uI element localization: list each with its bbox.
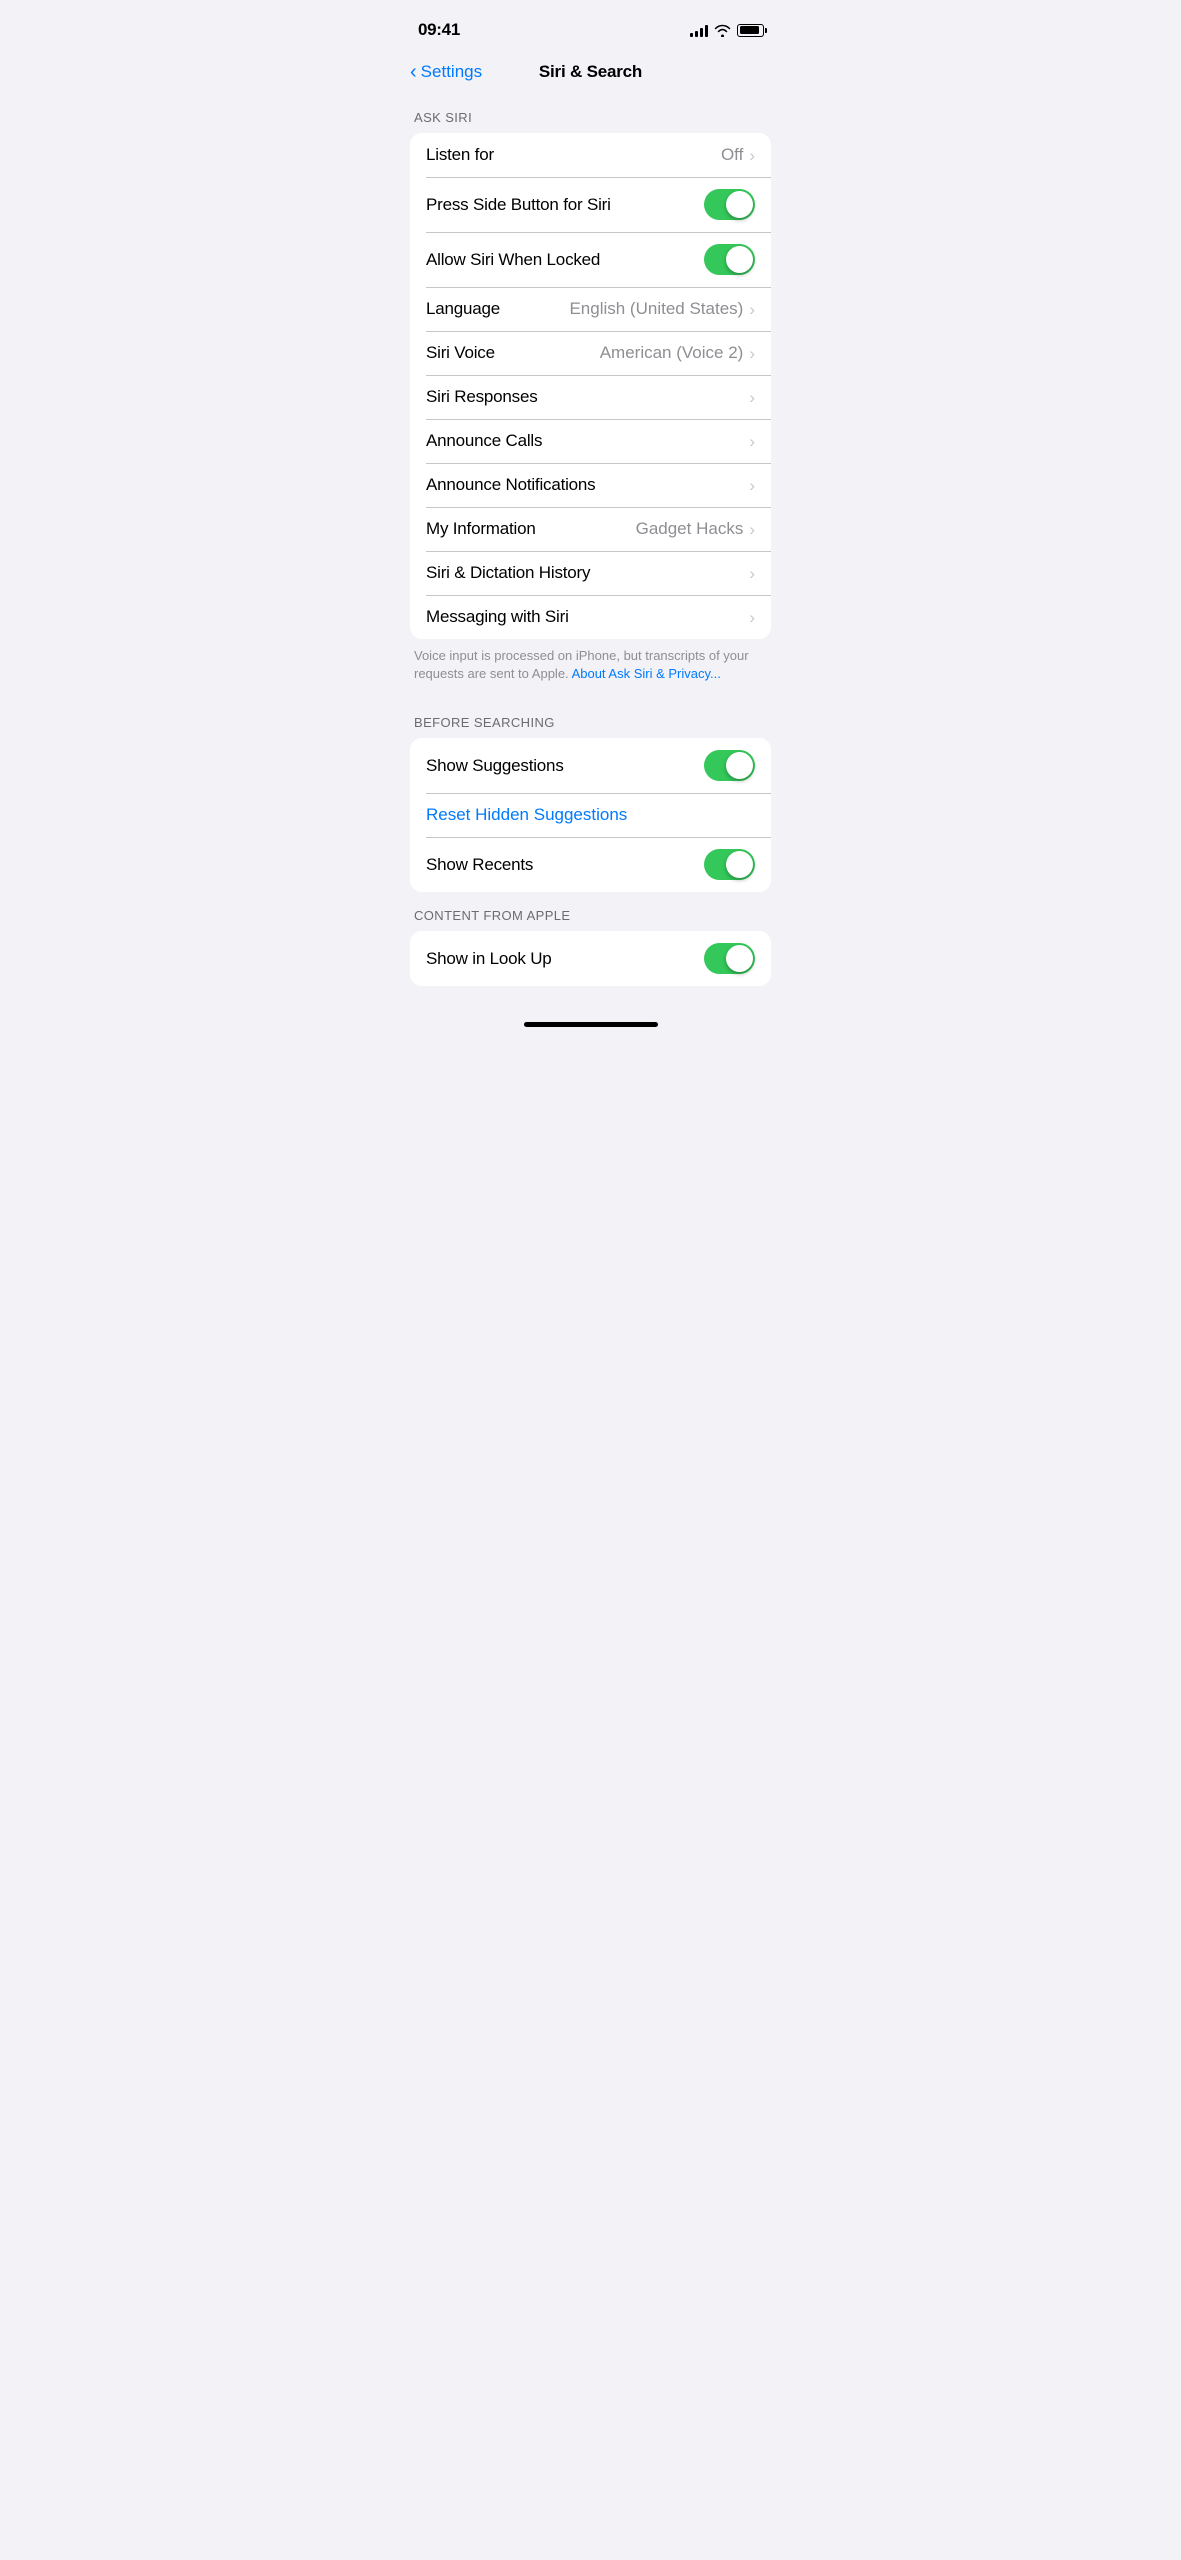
siri-responses-row[interactable]: Siri Responses ›: [410, 375, 771, 419]
listen-for-chevron-icon: ›: [749, 147, 755, 164]
press-side-button-toggle[interactable]: [704, 189, 755, 220]
show-recents-toggle[interactable]: [704, 849, 755, 880]
page-title: Siri & Search: [539, 62, 642, 82]
announce-notifications-row[interactable]: Announce Notifications ›: [410, 463, 771, 507]
announce-calls-chevron-icon: ›: [749, 433, 755, 450]
language-row[interactable]: Language English (United States) ›: [410, 287, 771, 331]
back-chevron-icon: ‹: [410, 62, 417, 82]
ask-siri-section-label: ASK SIRI: [394, 94, 787, 133]
language-label: Language: [426, 299, 500, 319]
allow-when-locked-knob: [726, 246, 753, 273]
siri-responses-right: ›: [749, 389, 755, 406]
wifi-icon: [714, 24, 731, 37]
status-icons: [690, 24, 767, 37]
siri-voice-right: American (Voice 2) ›: [600, 343, 755, 363]
siri-dictation-history-chevron-icon: ›: [749, 565, 755, 582]
allow-when-locked-row: Allow Siri When Locked: [410, 232, 771, 287]
battery-icon: [737, 24, 767, 37]
back-label: Settings: [421, 62, 482, 82]
messaging-with-siri-row[interactable]: Messaging with Siri ›: [410, 595, 771, 639]
announce-calls-right: ›: [749, 433, 755, 450]
show-in-look-up-row: Show in Look Up: [410, 931, 771, 986]
my-information-right: Gadget Hacks ›: [636, 519, 755, 539]
my-information-row[interactable]: My Information Gadget Hacks ›: [410, 507, 771, 551]
my-information-chevron-icon: ›: [749, 521, 755, 538]
my-information-label: My Information: [426, 519, 536, 539]
back-button[interactable]: ‹ Settings: [410, 62, 482, 82]
announce-notifications-chevron-icon: ›: [749, 477, 755, 494]
show-suggestions-toggle[interactable]: [704, 750, 755, 781]
show-suggestions-label: Show Suggestions: [426, 756, 564, 776]
home-indicator: [524, 1022, 658, 1027]
press-side-button-label: Press Side Button for Siri: [426, 195, 611, 215]
language-chevron-icon: ›: [749, 301, 755, 318]
show-recents-label: Show Recents: [426, 855, 533, 875]
messaging-with-siri-chevron-icon: ›: [749, 609, 755, 626]
siri-dictation-history-row[interactable]: Siri & Dictation History ›: [410, 551, 771, 595]
show-suggestions-knob: [726, 752, 753, 779]
status-time: 09:41: [418, 20, 460, 40]
listen-for-right: Off ›: [721, 145, 755, 165]
announce-notifications-label: Announce Notifications: [426, 475, 596, 495]
content-from-apple-section-label: CONTENT FROM APPLE: [394, 892, 787, 931]
ask-siri-footer-link[interactable]: About Ask Siri & Privacy...: [572, 666, 721, 681]
ask-siri-footer: Voice input is processed on iPhone, but …: [394, 639, 787, 699]
before-searching-section-label: BEFORE SEARCHING: [394, 699, 787, 738]
reset-hidden-suggestions-label: Reset Hidden Suggestions: [426, 805, 627, 825]
listen-for-row[interactable]: Listen for Off ›: [410, 133, 771, 177]
press-side-button-knob: [726, 191, 753, 218]
show-in-look-up-knob: [726, 945, 753, 972]
announce-calls-row[interactable]: Announce Calls ›: [410, 419, 771, 463]
allow-when-locked-label: Allow Siri When Locked: [426, 250, 600, 270]
messaging-with-siri-right: ›: [749, 609, 755, 626]
siri-dictation-history-right: ›: [749, 565, 755, 582]
reset-hidden-suggestions-row[interactable]: Reset Hidden Suggestions: [410, 793, 771, 837]
signal-icon: [690, 24, 708, 37]
show-recents-row: Show Recents: [410, 837, 771, 892]
siri-responses-chevron-icon: ›: [749, 389, 755, 406]
listen-for-label: Listen for: [426, 145, 494, 165]
ask-siri-card: Listen for Off › Press Side Button for S…: [410, 133, 771, 639]
announce-notifications-right: ›: [749, 477, 755, 494]
language-value: English (United States): [569, 299, 743, 319]
before-searching-card: Show Suggestions Reset Hidden Suggestion…: [410, 738, 771, 892]
language-right: English (United States) ›: [569, 299, 755, 319]
siri-responses-label: Siri Responses: [426, 387, 538, 407]
show-in-look-up-label: Show in Look Up: [426, 949, 552, 969]
siri-dictation-history-label: Siri & Dictation History: [426, 563, 590, 583]
status-bar: 09:41: [394, 0, 787, 54]
siri-voice-value: American (Voice 2): [600, 343, 744, 363]
siri-voice-chevron-icon: ›: [749, 345, 755, 362]
show-in-look-up-toggle[interactable]: [704, 943, 755, 974]
listen-for-value: Off: [721, 145, 743, 165]
my-information-value: Gadget Hacks: [636, 519, 744, 539]
show-recents-knob: [726, 851, 753, 878]
show-suggestions-row: Show Suggestions: [410, 738, 771, 793]
siri-voice-label: Siri Voice: [426, 343, 495, 363]
announce-calls-label: Announce Calls: [426, 431, 542, 451]
press-side-button-row: Press Side Button for Siri: [410, 177, 771, 232]
allow-when-locked-toggle[interactable]: [704, 244, 755, 275]
content-from-apple-card: Show in Look Up: [410, 931, 771, 986]
messaging-with-siri-label: Messaging with Siri: [426, 607, 569, 627]
nav-bar: ‹ Settings Siri & Search: [394, 54, 787, 94]
siri-voice-row[interactable]: Siri Voice American (Voice 2) ›: [410, 331, 771, 375]
